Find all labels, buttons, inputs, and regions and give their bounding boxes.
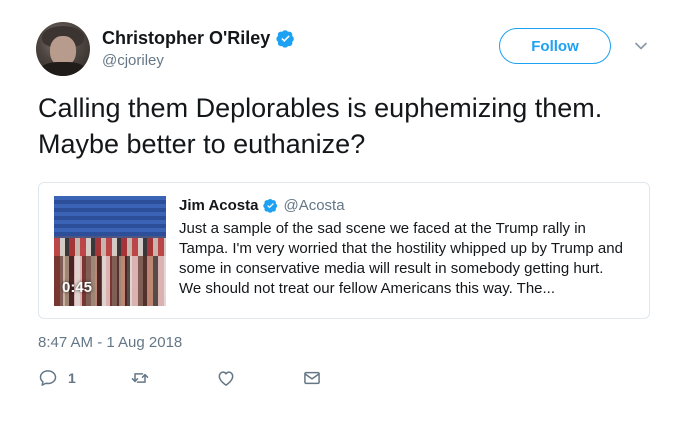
quoted-author-name: Jim Acosta xyxy=(179,197,259,214)
envelope-icon xyxy=(304,371,320,385)
follow-button[interactable]: Follow xyxy=(499,28,611,64)
direct-message-button[interactable] xyxy=(302,368,322,388)
quoted-text: Just a sample of the sad scene we faced … xyxy=(179,220,623,297)
retweet-icon xyxy=(131,373,149,383)
verified-badge-icon xyxy=(263,198,278,213)
quoted-header: Jim Acosta @Acosta xyxy=(179,197,345,214)
author-handle[interactable]: @cjoriley xyxy=(102,52,164,69)
tweet-text: Calling them Deplorables is euphemizing … xyxy=(38,93,603,159)
heart-icon xyxy=(218,371,234,386)
verified-badge-icon xyxy=(276,30,295,48)
quoted-author-handle: @Acosta xyxy=(283,197,345,214)
author-name[interactable]: Christopher O'Riley xyxy=(102,28,270,49)
retweet-button[interactable] xyxy=(130,368,150,388)
reply-button[interactable]: 1 xyxy=(38,368,76,388)
like-button[interactable] xyxy=(216,368,236,388)
reply-icon xyxy=(39,370,57,386)
quoted-tweet[interactable]: 0:45 Jim Acosta @Acosta Just a sample of… xyxy=(38,182,650,319)
tweet-timestamp[interactable]: 8:47 AM - 1 Aug 2018 xyxy=(38,334,182,351)
video-duration: 0:45 xyxy=(62,279,93,296)
author-avatar[interactable] xyxy=(36,22,90,76)
author-name-row: Christopher O'Riley xyxy=(102,28,295,49)
reply-count: 1 xyxy=(68,370,76,386)
chevron-down-icon[interactable] xyxy=(633,38,649,54)
video-thumbnail[interactable]: 0:45 xyxy=(54,196,166,306)
